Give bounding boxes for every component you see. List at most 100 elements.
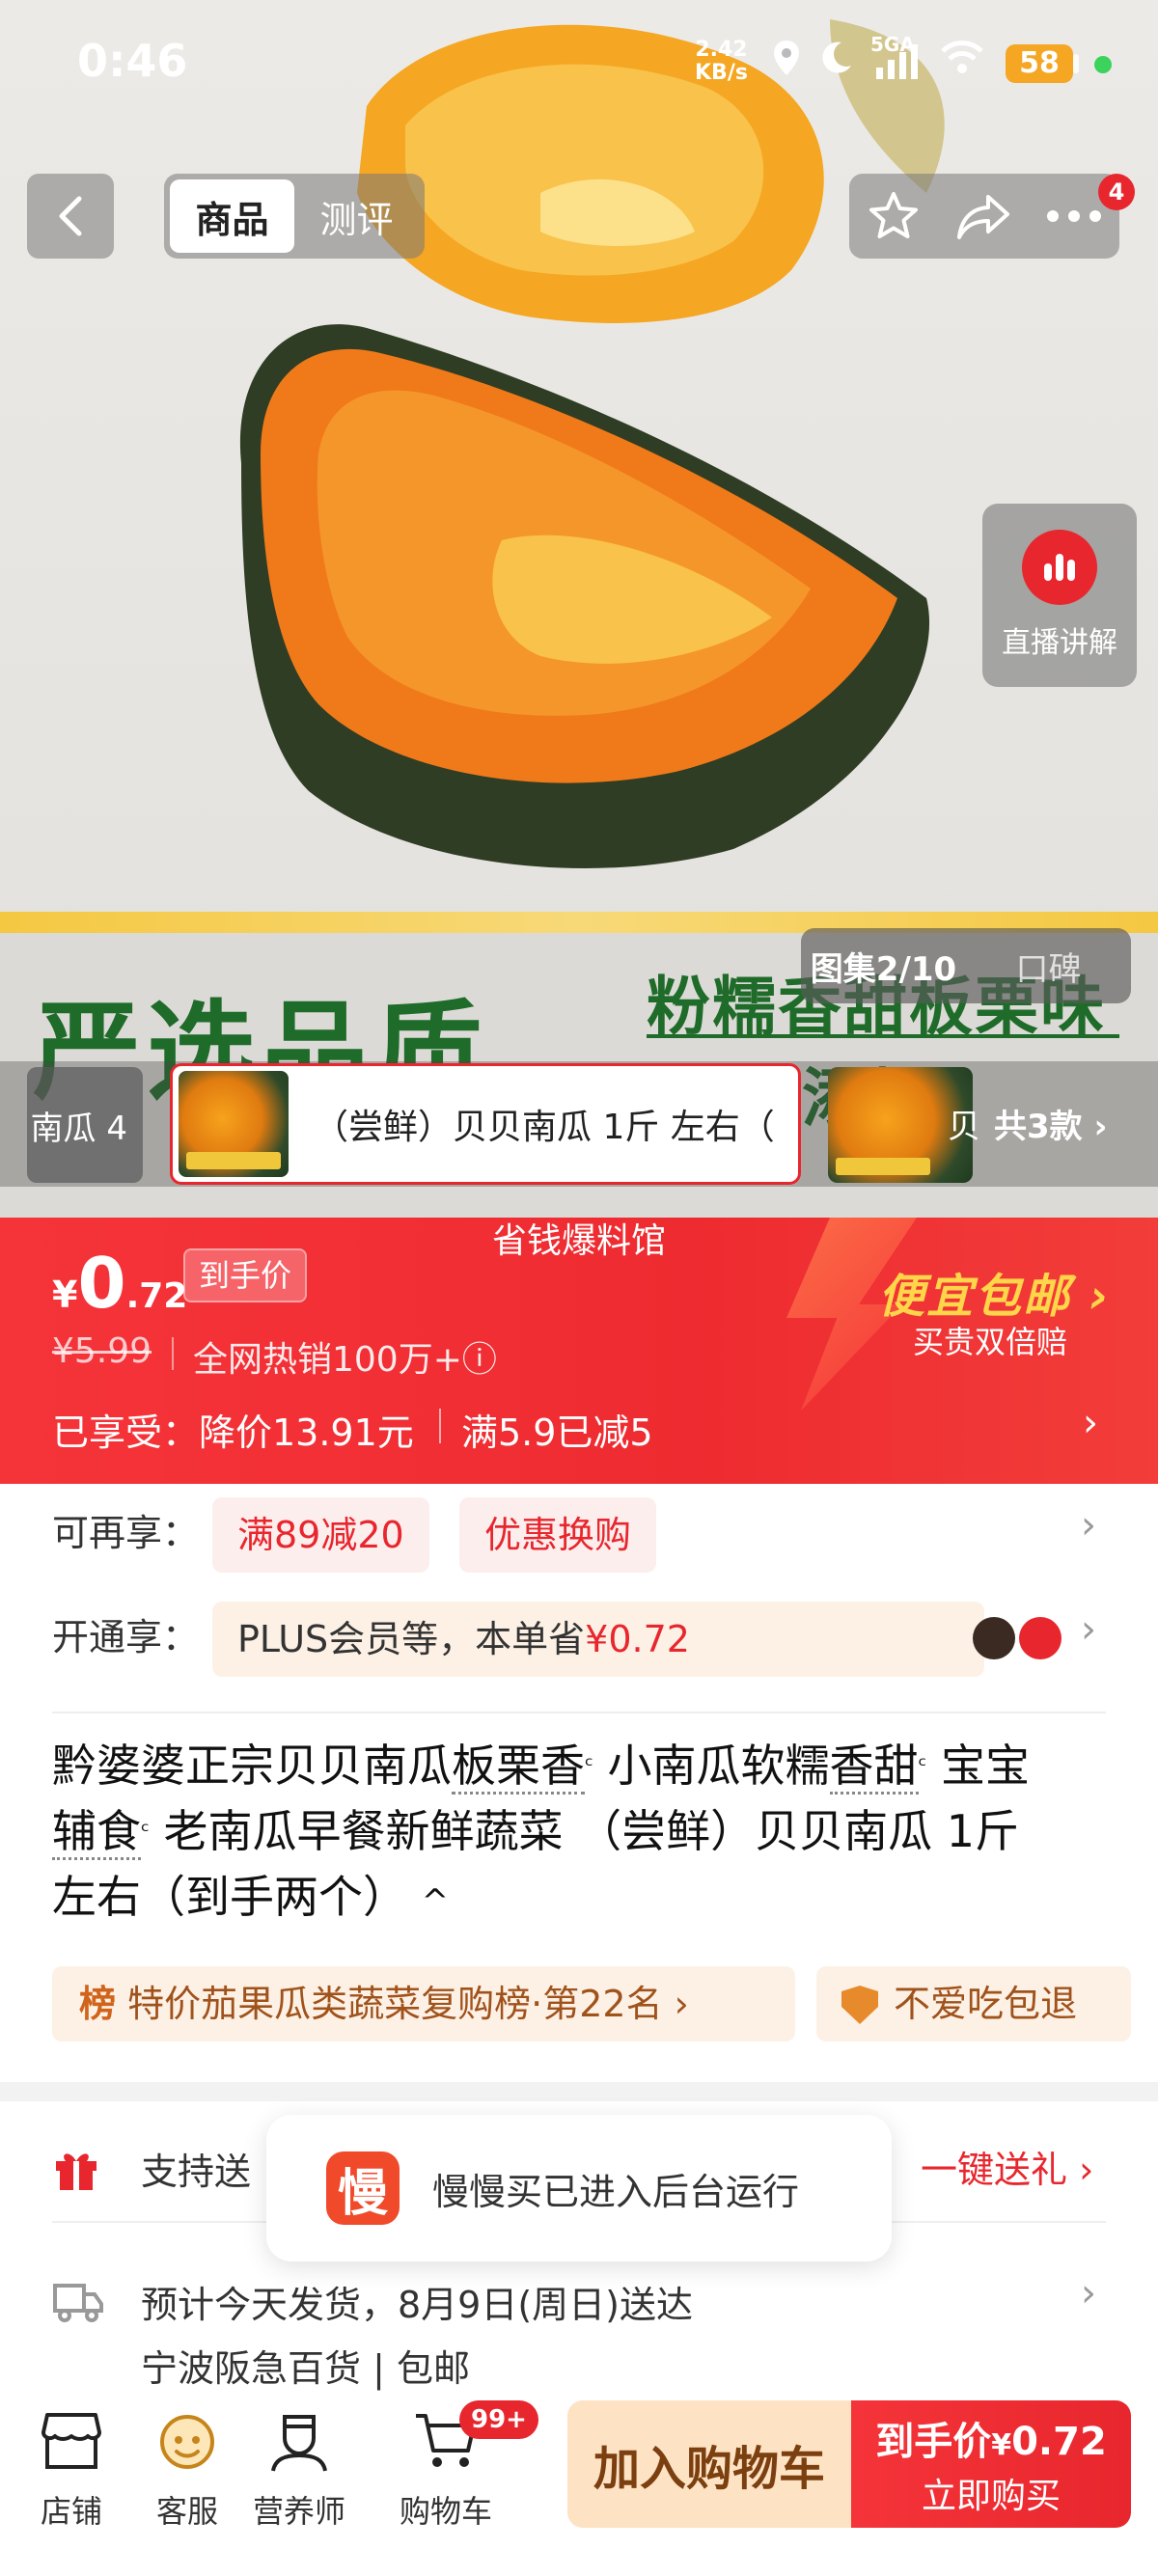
rank-number: 22	[579, 1983, 626, 2025]
share-icon[interactable]	[955, 191, 1011, 241]
location-icon	[774, 41, 799, 75]
product-info-card: 可再享： 满89减20 优惠换购 › 开通享： PLUS会员等，本单省¥0.72…	[0, 1484, 1158, 2082]
status-time: 0:46	[77, 35, 188, 87]
background-toast: 慢 慢慢买已进入后台运行	[266, 2115, 892, 2261]
send-gift-button[interactable]: 一键送礼 ›	[921, 2140, 1093, 2193]
crown-icon	[973, 1617, 1015, 1659]
chevron-left-icon	[59, 196, 82, 236]
plus-label: 开通享：	[52, 1616, 200, 1658]
tab-review[interactable]: 测评	[294, 179, 419, 253]
plus-member-offer[interactable]: PLUS会员等，本单省¥0.72	[212, 1602, 984, 1677]
gallery-tab-images[interactable]: 图集2/10	[801, 943, 966, 990]
product-title: 黔婆婆正宗贝贝南瓜板栗香ᶜ 小南瓜软糯香甜ᶜ 宝宝 辅食ᶜ 老南瓜早餐新鲜蔬菜 （…	[52, 1733, 1114, 1934]
buy-now-button[interactable]: 到手价¥0.72 立即购买	[851, 2400, 1131, 2528]
app-logo-icon: 慢	[326, 2151, 400, 2225]
truck-icon	[53, 2284, 103, 2322]
add-to-cart-button[interactable]: 加入购物车	[567, 2400, 851, 2528]
title-text: 宝宝	[941, 1740, 1031, 1792]
hero-underline	[647, 1034, 1119, 1038]
nav-store[interactable]: 店铺	[14, 2404, 129, 2549]
final-price: ¥ 0 .72	[52, 1245, 187, 1322]
nav-nutritionist[interactable]: 营养师	[241, 2404, 357, 2549]
shipping-store: 宁波阪急百货 | 包邮	[141, 2347, 470, 2390]
top-tabs: 商品 测评	[164, 174, 425, 259]
price-currency: ¥	[52, 1274, 78, 1316]
sku-thumbnail	[179, 1071, 289, 1177]
collapse-icon[interactable]: ^	[422, 1882, 450, 1921]
price-guarantee: 买贵双倍赔	[913, 1324, 1068, 1360]
title-text: 老南瓜早餐新鲜蔬菜 （尝鲜）贝贝南瓜 1斤	[163, 1805, 1020, 1857]
nav-label: 购物车	[399, 2493, 492, 2530]
live-icon	[1022, 530, 1097, 605]
sku-option-label: （尝鲜）贝贝南瓜 1斤 左右（	[314, 1108, 775, 1147]
rank-badge: 榜	[79, 1983, 117, 2025]
sku-count-button[interactable]: 共3款 ›	[994, 1100, 1108, 1147]
divider	[52, 1712, 1106, 1713]
signal-icon: 5GA	[870, 33, 924, 79]
ranking-chip[interactable]: 榜 特价茄果瓜类蔬菜复购榜·第22名 ›	[52, 1966, 795, 2042]
title-text: 小南瓜软糯	[607, 1740, 830, 1792]
net-speed-value: 2.42	[695, 38, 748, 62]
star-icon[interactable]	[867, 189, 921, 243]
nutritionist-icon	[262, 2404, 336, 2478]
tab-product[interactable]: 商品	[170, 179, 294, 253]
rank-suffix: 名 ›	[625, 1983, 689, 2025]
original-price: ¥5.99	[52, 1331, 152, 1371]
price-banner: 省钱爆料馆 ¥ 0 .72 到手价 ¥5.99 全网热销100万+ⓘ 已享受：降…	[0, 1218, 1158, 1484]
title-text: 黔婆婆正宗贝贝南瓜	[52, 1740, 452, 1792]
divider	[439, 1409, 441, 1443]
toast-message: 慢慢买已进入后台运行	[432, 2170, 800, 2213]
back-button[interactable]	[27, 174, 114, 259]
nav-label: 客服	[155, 2493, 218, 2530]
buy-price-label: 到手价	[875, 2420, 992, 2464]
plus-save: ¥0.72	[585, 1618, 690, 1660]
notification-badge: 4	[1098, 174, 1135, 210]
live-label: 直播讲解	[1002, 626, 1117, 660]
gallery-tab-reviews[interactable]: 口碑	[966, 943, 1131, 990]
exchange-chip[interactable]: 优惠换购	[459, 1497, 657, 1573]
more-offers-label: 可再享：	[52, 1512, 200, 1554]
banner-title: 省钱爆料馆	[491, 1221, 666, 1261]
chevron-right-icon[interactable]: ›	[1081, 1503, 1096, 1548]
title-keyword[interactable]: 香甜	[829, 1740, 919, 1795]
gift-icon	[56, 2153, 96, 2190]
title-keyword[interactable]: 板栗香	[452, 1740, 585, 1795]
chevron-right-icon[interactable]: ›	[1081, 1607, 1096, 1652]
full-reduction: 满5.9已减5	[461, 1411, 653, 1454]
status-bar: 0:46 2.42 KB/s 5GA 58	[0, 0, 1158, 135]
buy-price-line: 到手价¥0.72	[875, 2410, 1107, 2466]
nav-label: 营养师	[252, 2493, 345, 2530]
buy-price-value: 0.72	[1011, 2420, 1107, 2464]
card-icon	[1019, 1617, 1062, 1659]
return-guarantee-chip[interactable]: 不爱吃包退	[816, 1966, 1131, 2042]
search-icon: ᶜ	[585, 1752, 593, 1779]
shield-icon	[841, 1986, 878, 2024]
coupon-chip[interactable]: 满89减20	[212, 1497, 429, 1573]
nav-service[interactable]: 客服	[129, 2404, 245, 2549]
cheap-shipping-promo[interactable]: 便宜包邮 ›	[878, 1258, 1111, 1326]
final-price-tag: 到手价	[183, 1248, 308, 1302]
title-keyword[interactable]: 辅食	[52, 1805, 141, 1860]
rank-text: 特价茄果瓜类蔬菜复购榜·第	[127, 1983, 580, 2025]
search-icon: ᶜ	[141, 1818, 150, 1845]
gift-support-text: 支持送	[141, 2151, 252, 2193]
chevron-right-icon[interactable]: ›	[1081, 2271, 1096, 2316]
wifi-icon	[941, 41, 983, 73]
sku-option-selected[interactable]: （尝鲜）贝贝南瓜 1斤 左右（	[170, 1063, 801, 1185]
hot-sales[interactable]: 全网热销100万+ⓘ	[193, 1331, 497, 1382]
live-explain-button[interactable]: 直播讲解	[982, 504, 1137, 687]
more-icon[interactable]	[1046, 209, 1102, 223]
chevron-right-icon[interactable]: ›	[1083, 1401, 1098, 1445]
price-decimal: .72	[125, 1276, 188, 1316]
sku-option-prev[interactable]: 南瓜 4	[27, 1067, 143, 1183]
net-speed-unit: KB/s	[695, 61, 748, 85]
battery-tip	[1073, 54, 1079, 73]
buy-price-currency: ¥	[991, 2428, 1012, 2462]
net-speed: 2.42 KB/s	[695, 39, 748, 85]
title-text: 左右（到手两个）	[52, 1871, 407, 1923]
cart-count-badge: 99+	[459, 2400, 538, 2439]
buy-now-label: 立即购买	[921, 2477, 1061, 2516]
enjoyed-discount: 已享受：降价13.91元	[52, 1411, 414, 1454]
battery-indicator: 58	[1006, 44, 1073, 83]
moon-icon	[822, 41, 851, 73]
